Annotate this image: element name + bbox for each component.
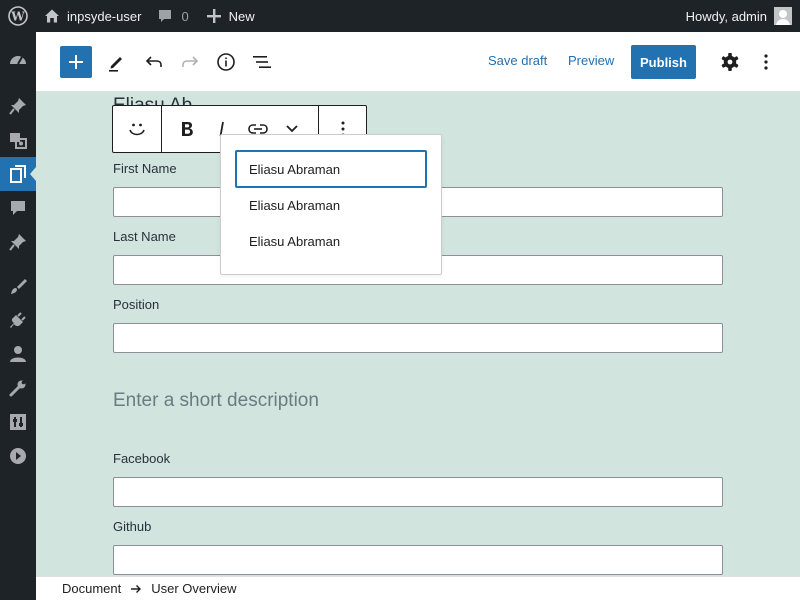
admin-side-menu	[0, 32, 36, 600]
tools-pencil-button[interactable]	[101, 46, 133, 78]
breadcrumb-current-block[interactable]: User Overview	[151, 581, 236, 596]
settings-button[interactable]	[714, 46, 746, 78]
autocomplete-option[interactable]: Eliasu Abraman	[235, 222, 427, 260]
list-view-button[interactable]	[246, 46, 278, 78]
appearance-icon[interactable]	[0, 269, 36, 303]
position-input[interactable]	[113, 323, 723, 353]
plus-icon	[206, 9, 221, 23]
wordpress-logo-icon[interactable]: W	[0, 0, 36, 32]
breadcrumb-document[interactable]: Document	[62, 581, 121, 596]
new-label: New	[228, 8, 255, 24]
publish-button[interactable]: Publish	[631, 45, 696, 79]
greeting: Howdy, admin	[685, 8, 767, 24]
comment-count: 0	[181, 8, 189, 24]
toolbar-divider	[161, 106, 162, 152]
arrow-right-icon	[130, 584, 142, 594]
my-account-link[interactable]: Howdy, admin	[686, 0, 792, 32]
smiley-icon	[129, 123, 145, 136]
plus-icon	[69, 55, 83, 69]
new-content-link[interactable]: New	[206, 0, 255, 32]
list-view-icon	[253, 56, 271, 68]
pencil-icon	[109, 57, 122, 72]
editor-header: Save draft Preview Publish	[36, 32, 800, 92]
last-name-label: Last Name	[113, 229, 176, 244]
comments-icon[interactable]	[0, 191, 36, 225]
bold-button[interactable]	[171, 106, 203, 152]
facebook-label: Facebook	[113, 451, 171, 466]
users-icon[interactable]	[0, 337, 36, 371]
first-name-label: First Name	[113, 161, 177, 176]
pages-icon[interactable]	[0, 157, 36, 191]
options-button[interactable]	[750, 46, 782, 78]
posts-pin-icon[interactable]	[0, 89, 36, 123]
details-button[interactable]	[210, 46, 242, 78]
comments-link[interactable]: 0	[157, 0, 189, 32]
autocomplete-option[interactable]: Eliasu Abraman	[235, 186, 427, 224]
svg-text:W: W	[10, 10, 25, 24]
gear-icon	[721, 53, 739, 71]
undo-icon	[145, 56, 162, 67]
github-input[interactable]	[113, 545, 723, 575]
save-draft-button[interactable]: Save draft	[488, 53, 547, 68]
redo-icon	[182, 56, 199, 67]
facebook-input[interactable]	[113, 477, 723, 507]
site-name-link[interactable]: inpsyde-user	[36, 0, 141, 32]
block-type-button[interactable]	[113, 106, 161, 152]
bold-icon	[182, 122, 193, 136]
avatar	[774, 7, 792, 25]
short-description-field[interactable]: Enter a short description	[113, 390, 319, 412]
info-icon	[217, 53, 235, 71]
home-icon	[45, 9, 59, 23]
redo-button[interactable]	[174, 46, 206, 78]
collapse-icon[interactable]	[0, 439, 36, 473]
more-vertical-icon	[764, 54, 768, 70]
plugins-icon[interactable]	[0, 303, 36, 337]
block-inserter-button[interactable]	[60, 46, 92, 78]
media-icon[interactable]	[0, 123, 36, 157]
position-label: Position	[113, 297, 160, 312]
preview-button[interactable]: Preview	[568, 53, 614, 68]
dashboard-icon[interactable]	[0, 43, 36, 77]
github-label: Github	[113, 519, 152, 534]
undo-button[interactable]	[138, 46, 170, 78]
settings-icon[interactable]	[0, 405, 36, 439]
autocomplete-popover: Eliasu Abraman Eliasu Abraman Eliasu Abr…	[220, 134, 442, 275]
tools-icon[interactable]	[0, 371, 36, 405]
autocomplete-option[interactable]: Eliasu Abraman	[235, 150, 427, 188]
chevron-down-icon	[286, 125, 298, 133]
comment-bubble-icon	[159, 10, 172, 22]
breadcrumb: Document User Overview	[36, 576, 800, 600]
admin-bar: W inpsyde-user 0 New Howdy, admin	[0, 0, 800, 32]
site-name: inpsyde-user	[67, 8, 142, 24]
custom-post-pin-icon[interactable]	[0, 225, 36, 259]
